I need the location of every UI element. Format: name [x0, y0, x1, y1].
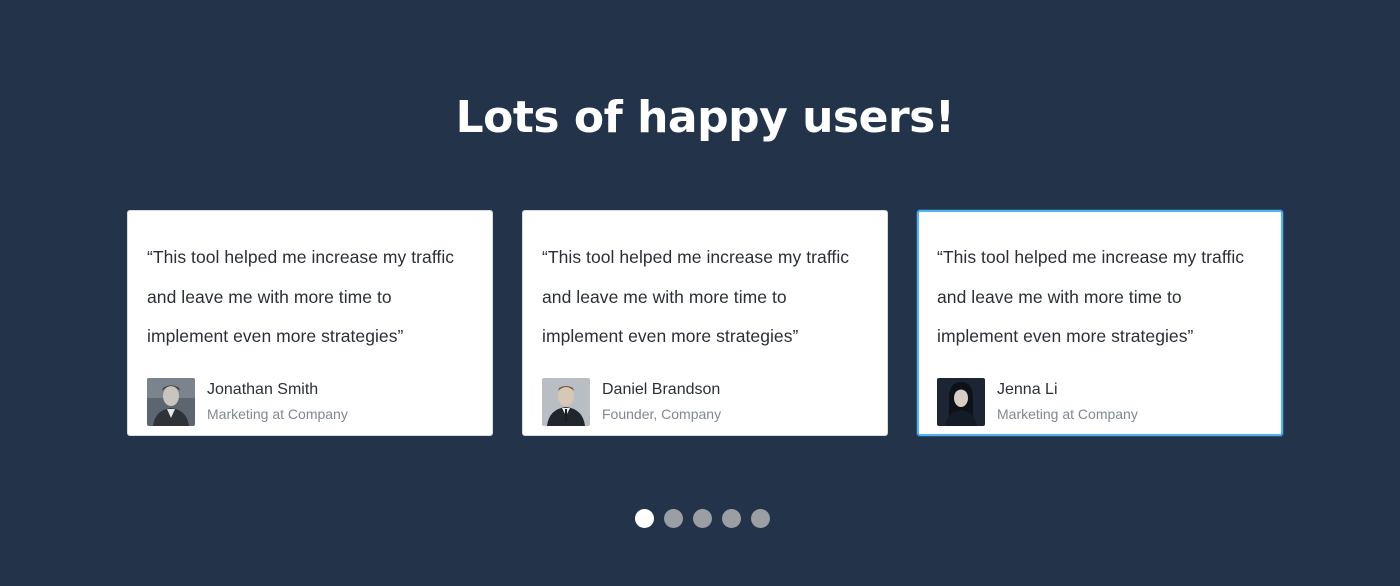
testimonial-quote: “This tool helped me increase my traffic…	[542, 247, 850, 346]
avatar	[937, 377, 985, 426]
testimonial-card[interactable]: “This tool helped me increase my traffic…	[127, 210, 493, 436]
testimonial-card-active[interactable]: “This tool helped me increase my traffic…	[917, 210, 1283, 436]
testimonial-card[interactable]: “This tool helped me increase my traffic…	[522, 210, 888, 436]
author-role: Marketing at Company	[997, 406, 1138, 422]
author-name: Jonathan Smith	[207, 381, 319, 398]
testimonial-author: Jonathan Smith Marketing at Company	[147, 377, 473, 426]
person-photo-icon	[147, 377, 195, 426]
carousel-pagination	[635, 509, 770, 528]
person-photo-icon	[937, 377, 985, 426]
pagination-dot-1[interactable]	[635, 509, 654, 528]
testimonial-carousel: “This tool helped me increase my traffic…	[127, 210, 1283, 436]
section-title: Lots of happy users!	[455, 92, 955, 143]
pagination-dot-3[interactable]	[693, 509, 712, 528]
author-name: Daniel Brandson	[602, 381, 721, 398]
pagination-dot-5[interactable]	[751, 509, 770, 528]
testimonial-quote: “This tool helped me increase my traffic…	[147, 247, 455, 346]
avatar	[542, 377, 590, 426]
author-role: Founder, Company	[602, 406, 722, 422]
testimonial-quote: “This tool helped me increase my traffic…	[937, 247, 1245, 346]
author-role: Marketing at Company	[207, 406, 348, 422]
pagination-dot-4[interactable]	[722, 509, 741, 528]
testimonial-author: Jenna Li Marketing at Company	[937, 377, 1263, 426]
testimonial-author: Daniel Brandson Founder, Company	[542, 377, 868, 426]
author-name: Jenna Li	[997, 381, 1058, 398]
person-photo-icon	[542, 377, 590, 426]
pagination-dot-2[interactable]	[664, 509, 683, 528]
avatar	[147, 377, 195, 426]
